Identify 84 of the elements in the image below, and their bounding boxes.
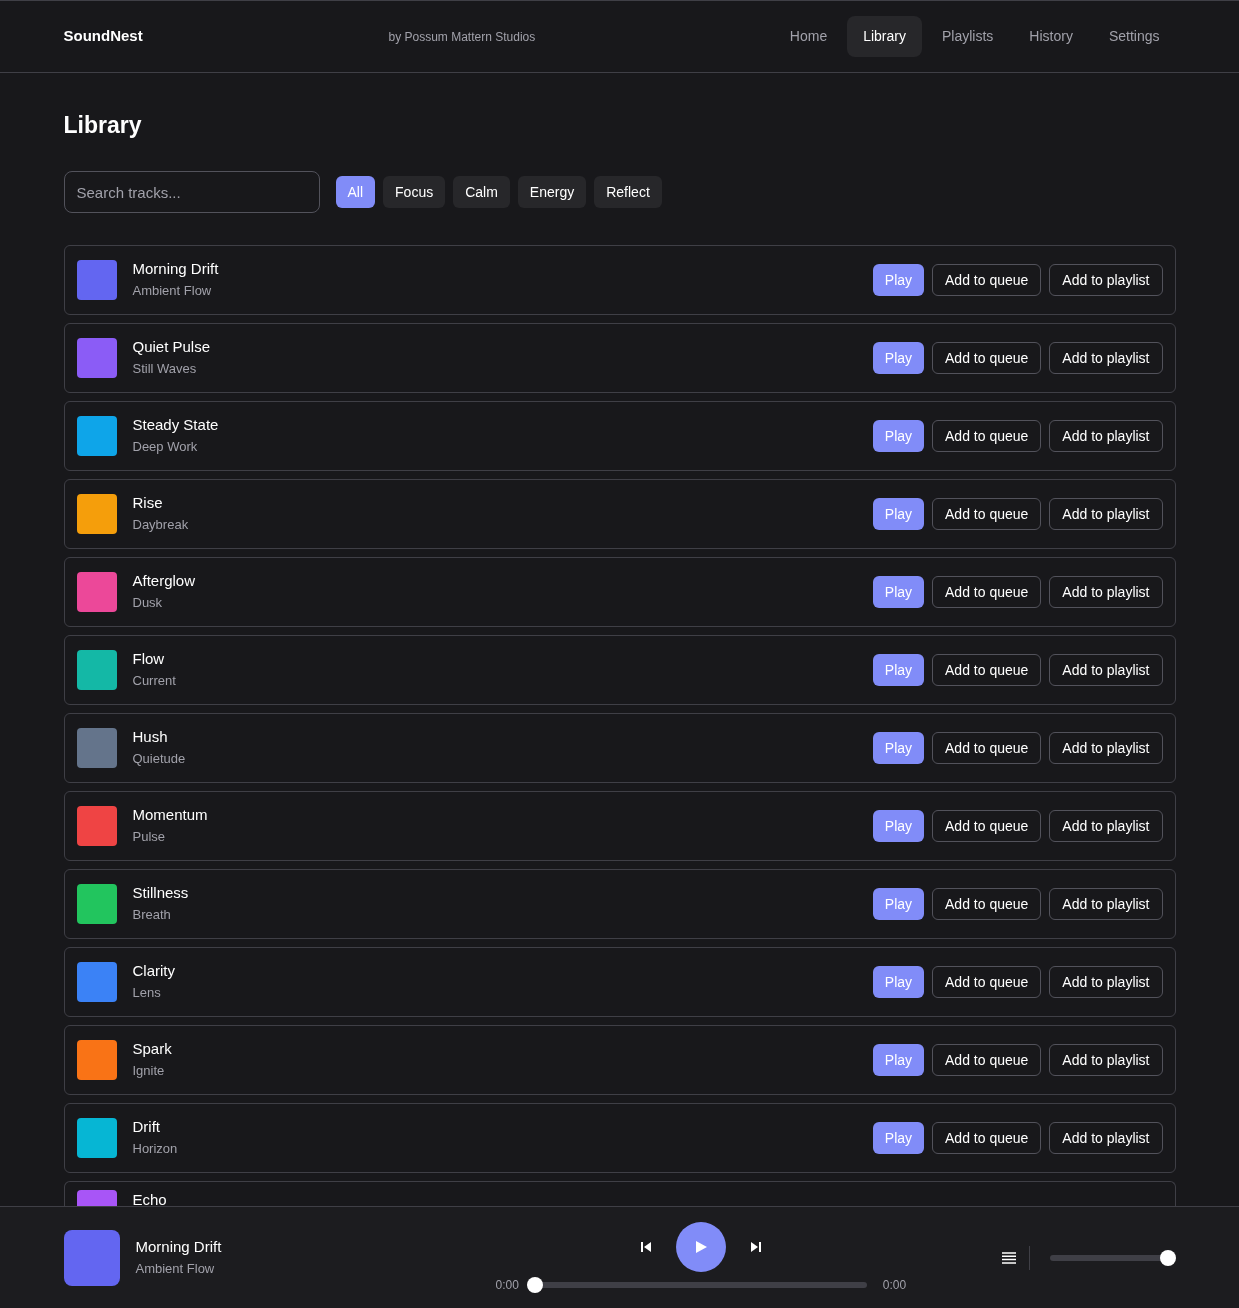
- track-artist: Quietude: [132, 750, 186, 768]
- action-button[interactable]: Add to queue: [932, 498, 1042, 530]
- brand-name: SoundNest: [63, 26, 144, 47]
- action-button[interactable]: Add to queue: [932, 732, 1042, 764]
- track-row[interactable]: Afterglow Dusk Play Add to queue Add to playlist: [63, 557, 1176, 627]
- action-button[interactable]: Add to playlist: [1049, 420, 1163, 452]
- action-button[interactable]: Add to queue: [932, 1122, 1042, 1154]
- action-button[interactable]: Add to queue: [932, 1044, 1042, 1076]
- action-button[interactable]: Add to playlist: [1049, 498, 1163, 530]
- queue-icon[interactable]: [1000, 1250, 1017, 1265]
- byline: by Possum Mattern Studios: [388, 28, 536, 46]
- action-button[interactable]: Add to queue: [932, 264, 1042, 296]
- track-title: Morning Drift: [132, 259, 219, 279]
- action-button[interactable]: Add to playlist: [1049, 732, 1163, 764]
- nav-tab[interactable]: History: [1013, 16, 1089, 57]
- action-button[interactable]: Add to queue: [932, 342, 1042, 374]
- action-button[interactable]: Add to playlist: [1049, 342, 1163, 374]
- track-artist: Horizon: [132, 1140, 178, 1158]
- track-artist: Current: [132, 672, 176, 690]
- track-artist: Ignite: [132, 1062, 166, 1080]
- nav-tab[interactable]: Library: [847, 16, 922, 57]
- action-button[interactable]: Add to queue: [932, 576, 1042, 608]
- track-title: Spark: [132, 1039, 172, 1059]
- nav-tab[interactable]: Settings: [1092, 16, 1176, 57]
- filter-chip[interactable]: Reflect: [594, 176, 662, 208]
- action-button[interactable]: Add to queue: [932, 888, 1042, 920]
- action-button[interactable]: Add to playlist: [1049, 888, 1163, 920]
- track-row[interactable]: Momentum Pulse Play Add to queue Add to playlist: [63, 791, 1176, 861]
- page-title: Library: [63, 111, 143, 140]
- track-title: Quiet Pulse: [132, 337, 211, 357]
- track-row[interactable]: Steady State Deep Work Play Add to queue Add to playlist: [63, 401, 1176, 471]
- track-title: Echo: [132, 1190, 167, 1206]
- search-field[interactable]: Search tracks...: [63, 171, 320, 213]
- action-button[interactable]: Add to queue: [932, 654, 1042, 686]
- track-artist: Breath: [132, 906, 172, 924]
- track-title: Hush: [132, 727, 169, 747]
- action-button[interactable]: Add to playlist: [1049, 654, 1163, 686]
- previous-icon[interactable]: [639, 1240, 652, 1253]
- nav-tab[interactable]: Playlists: [926, 16, 1010, 57]
- action-button[interactable]: Add to queue: [932, 966, 1042, 998]
- track-row[interactable]: Quiet Pulse Still Waves Play Add to queue Add to playlist: [63, 323, 1176, 393]
- track-title: Drift: [132, 1117, 161, 1137]
- track-artist: Lens: [132, 984, 162, 1002]
- track-title: Afterglow: [132, 571, 196, 591]
- track-artist: Pulse: [132, 828, 167, 846]
- track-row[interactable]: Flow Current Play Add to queue Add to playlist: [63, 635, 1176, 705]
- action-button[interactable]: Add to playlist: [1049, 1044, 1163, 1076]
- duration-time: 0:00: [882, 1276, 907, 1294]
- track-row[interactable]: Drift Horizon Play Add to queue Add to playlist: [63, 1103, 1176, 1173]
- track-title: Momentum: [132, 805, 208, 825]
- action-button[interactable]: Add to playlist: [1049, 810, 1163, 842]
- next-icon[interactable]: [749, 1240, 762, 1253]
- filter-chip[interactable]: Energy: [517, 176, 587, 208]
- play-icon: [693, 1239, 708, 1254]
- action-button[interactable]: Add to playlist: [1049, 576, 1163, 608]
- track-row[interactable]: Morning Drift Ambient Flow Play Add to queue Add to playlist: [63, 245, 1176, 315]
- track-artist: Still Waves: [132, 360, 198, 378]
- track-title: Steady State: [132, 415, 219, 435]
- track-title: Stillness: [132, 883, 189, 903]
- track-row[interactable]: Spark Ignite Play Add to queue Add to playlist: [63, 1025, 1176, 1095]
- track-artist: Daybreak: [132, 516, 189, 534]
- track-artist: Deep Work: [132, 438, 199, 456]
- track-title: Clarity: [132, 961, 175, 981]
- track-row[interactable]: Hush Quietude Play Add to queue Add to playlist: [63, 713, 1176, 783]
- elapsed-time: 0:00: [495, 1276, 519, 1294]
- action-button[interactable]: Add to playlist: [1049, 264, 1163, 296]
- progress-thumb[interactable]: [526, 1276, 543, 1293]
- track-row[interactable]: Clarity Lens Play Add to queue Add to playlist: [63, 947, 1176, 1017]
- track-artist: Dusk: [132, 594, 164, 612]
- volume-thumb[interactable]: [1159, 1249, 1176, 1266]
- action-button[interactable]: Add to queue: [932, 420, 1042, 452]
- action-button[interactable]: Add to playlist: [1049, 1122, 1163, 1154]
- track-title: Rise: [132, 493, 164, 513]
- track-artist: Ambient Flow: [132, 282, 213, 300]
- track-title: Morning Drift: [135, 1236, 223, 1257]
- track-artist: Ambient Flow: [135, 1259, 216, 1278]
- filter-chip[interactable]: Calm: [453, 176, 510, 208]
- action-button[interactable]: Add to playlist: [1049, 966, 1163, 998]
- filter-chip[interactable]: Focus: [383, 176, 446, 208]
- nav-tab[interactable]: Home: [773, 16, 844, 57]
- track-row[interactable]: Stillness Breath Play Add to queue Add to playlist: [63, 869, 1176, 939]
- action-button[interactable]: Add to queue: [932, 810, 1042, 842]
- track-row[interactable]: Rise Daybreak Play Add to queue Add to playlist: [63, 479, 1176, 549]
- track-title: Flow: [132, 649, 166, 669]
